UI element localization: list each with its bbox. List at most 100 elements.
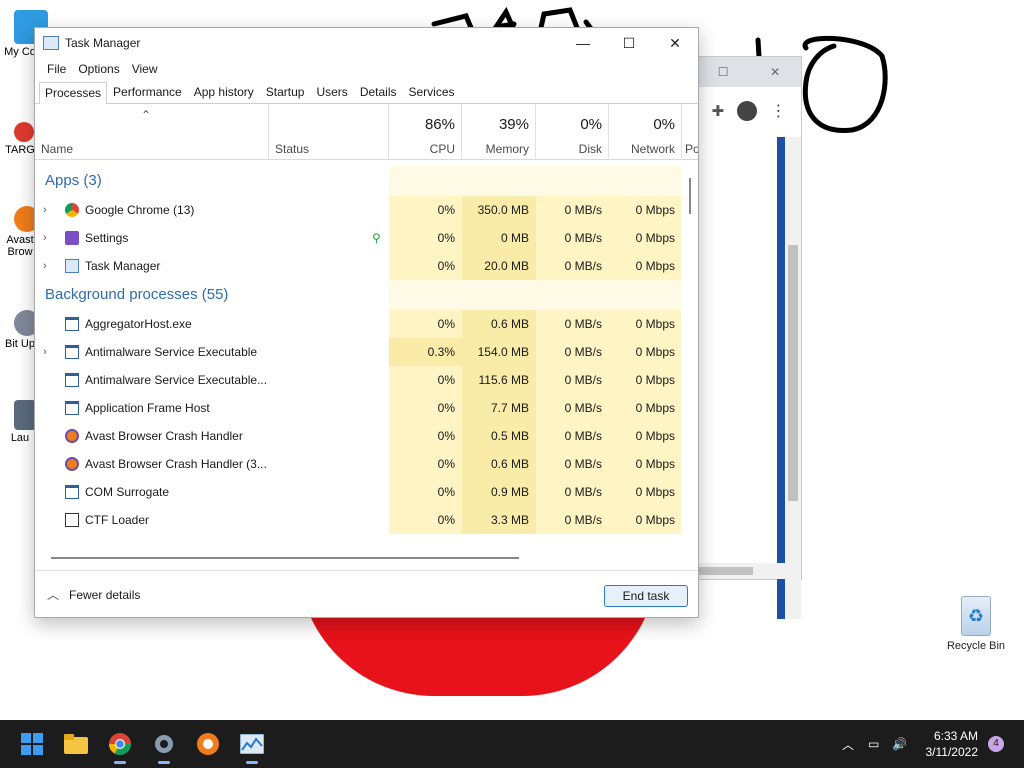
heat-cell-background xyxy=(536,166,609,196)
show-hidden-icons-button[interactable]: ︿ xyxy=(842,720,854,768)
minimize-button[interactable]: — xyxy=(560,28,606,58)
settings-taskbar-button[interactable] xyxy=(152,732,176,764)
memory-cell: 7.7 MB xyxy=(462,394,536,422)
close-button[interactable]: ✕ xyxy=(652,28,698,58)
volume-icon[interactable]: 🔊 xyxy=(892,720,907,768)
chrome-icon xyxy=(65,203,79,217)
disk-cell: 0 MB/s xyxy=(536,478,609,506)
scrollbar-thumb[interactable] xyxy=(51,557,519,559)
clock[interactable]: 6:33 AM 3/11/2022 xyxy=(926,728,979,760)
process-row[interactable]: Application Frame Host 0% 7.7 MB 0 MB/s 0 Mb… xyxy=(35,394,681,422)
cpu-cell: 0% xyxy=(389,450,462,478)
expand-chevron-icon[interactable]: › xyxy=(43,252,47,280)
apps-group-header[interactable]: Apps (3) xyxy=(35,166,681,196)
expand-chevron-icon[interactable]: › xyxy=(43,338,47,366)
close-icon[interactable]: ✕ xyxy=(770,65,780,79)
chevron-up-icon: ︿ xyxy=(47,588,60,602)
heat-cell-background xyxy=(462,166,536,196)
window-title: Task Manager xyxy=(65,36,141,50)
tab-services[interactable]: Services xyxy=(403,81,461,103)
menu-view[interactable]: View xyxy=(126,62,164,76)
column-header-network[interactable]: 0% Network xyxy=(609,104,682,160)
maximize-button[interactable]: ☐ xyxy=(606,28,652,58)
process-row[interactable]: COM Surrogate 0% 0.9 MB 0 MB/s 0 Mbps xyxy=(35,478,681,506)
heat-cell-background xyxy=(536,280,609,310)
cpu-cell: 0% xyxy=(389,196,462,224)
tab-details[interactable]: Details xyxy=(354,81,403,103)
column-label: Name xyxy=(41,142,74,156)
process-window-icon xyxy=(65,401,79,415)
cpu-cell: 0% xyxy=(389,366,462,394)
process-row[interactable]: › Task Manager 0% 20.0 MB 0 MB/s 0 Mbps xyxy=(35,252,681,280)
horizontal-scrollbar[interactable] xyxy=(35,554,681,562)
task-manager-app-icon xyxy=(43,36,59,50)
taskbar: ︿ ▭ 🔊 6:33 AM 3/11/2022 4 xyxy=(0,720,1024,768)
process-row[interactable]: Avast Browser Crash Handler 0% 0.5 MB 0 MB/… xyxy=(35,422,681,450)
tab-performance[interactable]: Performance xyxy=(107,81,188,103)
background-group-header[interactable]: Background processes (55) xyxy=(35,280,681,310)
process-name: Avast Browser Crash Handler xyxy=(85,429,243,443)
tab-users[interactable]: Users xyxy=(310,81,353,103)
notification-badge[interactable]: 4 xyxy=(988,736,1004,752)
horizontal-scrollbar[interactable] xyxy=(697,563,785,579)
expand-chevron-icon[interactable]: › xyxy=(43,196,47,224)
group-title: Background processes (55) xyxy=(45,286,229,303)
process-row[interactable]: › Settings ⚲ 0% 0 MB 0 MB/s 0 Mbps xyxy=(35,224,681,252)
network-cell: 0 Mbps xyxy=(609,224,681,252)
cpu-cell: 0.3% xyxy=(389,338,462,366)
process-row[interactable]: AggregatorHost.exe 0% 0.6 MB 0 MB/s 0 Mbps xyxy=(35,310,681,338)
tab-startup[interactable]: Startup xyxy=(260,81,311,103)
column-label: Po xyxy=(685,142,698,156)
process-name: Task Manager xyxy=(85,259,161,273)
disk-cell: 0 MB/s xyxy=(536,450,609,478)
heat-cell-background xyxy=(389,166,462,196)
column-header-power[interactable]: Po xyxy=(682,104,698,160)
desktop-icon-recycle-bin[interactable]: ♻ Recycle Bin xyxy=(944,596,1008,652)
vertical-scrollbar[interactable] xyxy=(683,160,697,552)
scrollbar-thumb[interactable] xyxy=(788,245,798,501)
disk-cell: 0 MB/s xyxy=(536,506,609,534)
process-name: Application Frame Host xyxy=(85,401,210,415)
vertical-scrollbar[interactable] xyxy=(785,137,801,619)
column-header-memory[interactable]: 39% Memory xyxy=(462,104,536,160)
title-bar[interactable]: Task Manager — ☐ ✕ xyxy=(35,28,698,58)
avast-browser-taskbar-button[interactable] xyxy=(196,732,220,756)
task-manager-taskbar-button[interactable] xyxy=(240,732,264,764)
menu-options[interactable]: Options xyxy=(72,62,125,76)
target-icon xyxy=(14,122,34,142)
fewer-details-button[interactable]: ︿ Fewer details xyxy=(47,586,140,603)
maximize-icon[interactable]: ☐ xyxy=(718,65,729,79)
file-explorer-taskbar-button[interactable] xyxy=(64,732,88,756)
menu-file[interactable]: File xyxy=(41,62,72,76)
extensions-puzzle-icon[interactable]: ✚ xyxy=(712,102,725,120)
task-manager-icon xyxy=(65,259,79,273)
disk-cell: 0 MB/s xyxy=(536,338,609,366)
profile-avatar-icon[interactable] xyxy=(737,101,758,121)
column-header-name[interactable]: Name xyxy=(35,104,269,160)
more-menu-icon[interactable]: ⋮ xyxy=(770,101,786,121)
ctf-loader-icon xyxy=(65,513,79,527)
column-header-disk[interactable]: 0% Disk xyxy=(536,104,609,160)
end-task-button[interactable]: End task xyxy=(604,585,688,607)
process-name: AggregatorHost.exe xyxy=(85,317,192,331)
task-manager-window[interactable]: Task Manager — ☐ ✕ File Options View Pro… xyxy=(34,27,699,618)
process-row[interactable]: › Google Chrome (13) 0% 350.0 MB 0 MB/s 0 Mbp… xyxy=(35,196,681,224)
tab-processes[interactable]: Processes xyxy=(39,82,108,104)
tab-app-history[interactable]: App history xyxy=(188,81,260,103)
scrollbar-thumb[interactable] xyxy=(697,567,753,575)
scrollbar-thumb[interactable] xyxy=(689,178,691,214)
process-row[interactable]: CTF Loader 0% 3.3 MB 0 MB/s 0 Mbps xyxy=(35,506,681,534)
start-button[interactable] xyxy=(20,732,44,756)
menu-bar: File Options View xyxy=(35,58,698,80)
process-row[interactable]: Antimalware Service Executable... 0% 115.6… xyxy=(35,366,681,394)
process-row[interactable]: › Antimalware Service Executable 0.3% 154.0… xyxy=(35,338,681,366)
chrome-taskbar-button[interactable] xyxy=(108,732,132,764)
column-header-cpu[interactable]: 86% CPU xyxy=(389,104,462,160)
chrome-window[interactable]: ☐ ✕ ✚ ⋮ xyxy=(696,56,802,619)
expand-chevron-icon[interactable]: › xyxy=(43,224,47,252)
process-row[interactable]: Avast Browser Crash Handler (3... 0% 0.6 M… xyxy=(35,450,681,478)
column-label: Disk xyxy=(578,142,602,156)
chrome-icon xyxy=(109,733,131,755)
network-icon[interactable]: ▭ xyxy=(868,720,879,768)
column-header-status[interactable]: Status xyxy=(269,104,389,160)
